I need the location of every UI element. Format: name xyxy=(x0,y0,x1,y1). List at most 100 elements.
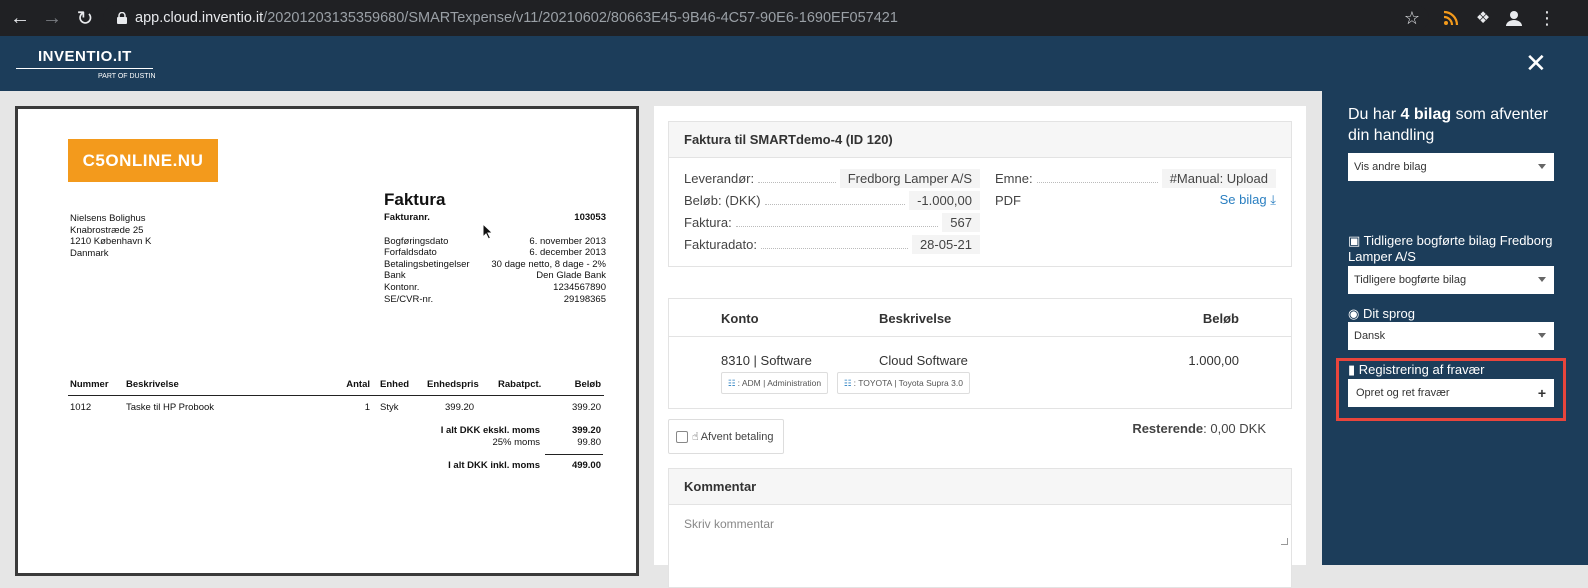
meta-value: 6. november 2013 xyxy=(529,236,606,247)
total-value: 99.80 xyxy=(577,437,601,448)
c5online-logo: C5ONLINE.NU xyxy=(68,139,218,182)
meta-label: Bogføringsdato xyxy=(384,236,449,247)
afvent-betaling-toggle[interactable]: ☝ Afvent betaling xyxy=(668,419,784,454)
sitemap-icon: ☷ xyxy=(844,377,852,388)
meta-label: Fakturanr. xyxy=(384,212,430,223)
resterende-label: Resterende xyxy=(1132,421,1204,436)
inventio-logo[interactable]: INVENTIO.IT PART OF DUSTIN xyxy=(16,48,156,84)
intro-count: 4 bilag xyxy=(1400,106,1452,123)
meta-value: Den Glade Bank xyxy=(536,270,606,281)
address-line: Knabrostræde 25 xyxy=(70,224,144,236)
resize-handle[interactable] xyxy=(1281,538,1288,545)
detail-row-pdf: PDF Se bilag ⤓ xyxy=(995,190,1276,210)
lines-header: Konto Beskrivelse Beløb xyxy=(669,299,1291,337)
detail-row-belob: Beløb: (DKK) -1.000,00 xyxy=(684,190,980,210)
profile-icon[interactable] xyxy=(1502,6,1526,30)
archive-icon: ▣ xyxy=(1348,233,1364,248)
detail-label: Emne: xyxy=(995,170,1033,186)
address-line: Danmark xyxy=(70,247,109,259)
address-line: Nielsens Bolighus xyxy=(70,213,146,224)
total-label: I alt DKK inkl. moms xyxy=(448,460,540,471)
briefcase-icon: ▮ xyxy=(1348,362,1359,377)
col-beskrivelse: Beskrivelse xyxy=(879,311,952,326)
absence-label: Registrering af fravær xyxy=(1358,362,1485,377)
logo-title: INVENTIO.IT xyxy=(38,48,132,65)
meta-value: 1234567890 xyxy=(553,282,606,293)
meta-value: 30 dage netto, 8 dage - 2% xyxy=(491,259,606,270)
meta-label: Kontonr. xyxy=(384,282,420,293)
total-value: 499.00 xyxy=(571,460,601,471)
menu-icon[interactable]: ⋮ xyxy=(1535,6,1559,30)
customer-address: Nielsens Bolighus Knabrostræde 25 1210 K… xyxy=(70,213,151,259)
detail-value: 28-05-21 xyxy=(911,234,980,254)
close-icon[interactable]: ✕ xyxy=(1525,50,1547,76)
detail-value: 567 xyxy=(942,212,980,232)
star-icon[interactable]: ☆ xyxy=(1400,6,1424,30)
reload-icon[interactable]: ↻ xyxy=(73,6,97,30)
dimension-tag[interactable]: ☷: ADM | Administration xyxy=(721,372,829,394)
cell-antal: 1 xyxy=(364,402,370,413)
total-rule xyxy=(545,454,603,455)
comment-card: Kommentar Skriv kommentar xyxy=(668,468,1292,588)
total-label: I alt DKK ekskl. moms xyxy=(440,425,540,436)
logo-underline xyxy=(16,68,153,69)
back-icon[interactable]: ← xyxy=(8,6,32,30)
line-konto: 8310 | Software xyxy=(721,353,812,368)
total-value: 399.20 xyxy=(571,425,601,436)
select-value: Vis andre bilag xyxy=(1354,161,1427,173)
opret-fravaer-button[interactable]: Opret og ret fravær + xyxy=(1348,379,1554,407)
puzzle-icon[interactable]: ❖ xyxy=(1471,6,1495,30)
address-bar[interactable]: app.cloud.inventio.it/20201203135359680/… xyxy=(103,5,1429,31)
col-header: Beskrivelse xyxy=(126,379,179,390)
tag-label: : ADM | Administration xyxy=(737,378,822,388)
cell-enhedspris: 399.20 xyxy=(445,402,475,413)
booking-lines-card: Konto Beskrivelse Beløb 8310 | Software … xyxy=(668,298,1292,409)
detail-value: Fredborg Lamper A/S xyxy=(839,168,980,188)
total-label: 25% moms xyxy=(492,437,540,448)
meta-value: 6. december 2013 xyxy=(529,247,606,258)
meta-label: Betalingsbetingelser xyxy=(384,259,470,270)
detail-label: PDF xyxy=(995,192,1021,208)
absence-button-label: Opret og ret fravær xyxy=(1356,387,1450,399)
chevron-down-icon xyxy=(1538,333,1546,338)
col-header: Beløb xyxy=(574,379,601,390)
meta-label: Forfaldsdato xyxy=(384,247,437,258)
line-beskrivelse: Cloud Software xyxy=(879,353,968,368)
detail-row-fakturadato: Fakturadato: 28-05-21 xyxy=(684,234,980,254)
comment-input[interactable]: Skriv kommentar xyxy=(669,505,1291,547)
pending-intro: Du har 4 bilag som afventer din handling xyxy=(1348,104,1568,146)
vis-andre-bilag-select[interactable]: Vis andre bilag xyxy=(1348,153,1554,181)
afvent-checkbox[interactable] xyxy=(676,430,688,443)
intro-text: Du har xyxy=(1348,106,1401,123)
invoice-info-card: Faktura til SMARTdemo-4 (ID 120) Leveran… xyxy=(668,121,1292,267)
meta-label: SE/CVR-nr. xyxy=(384,294,434,305)
chevron-down-icon xyxy=(1538,277,1546,282)
select-value: Dansk xyxy=(1354,330,1386,342)
detail-label: Faktura: xyxy=(684,214,732,230)
sitemap-icon: ☷ xyxy=(728,377,736,388)
dimension-tag[interactable]: ☷: TOYOTA | Toyota Supra 3.0 xyxy=(837,372,970,394)
detail-label: Beløb: (DKK) xyxy=(684,192,761,208)
tag-label: : TOYOTA | Toyota Supra 3.0 xyxy=(853,378,963,388)
rss-icon[interactable] xyxy=(1439,6,1463,30)
se-bilag-label: Se bilag xyxy=(1219,192,1267,207)
previous-bookings-header: ▣ Tidligere bogførte bilag Fredborg Lamp… xyxy=(1348,233,1578,265)
previous-bookings-select[interactable]: Tidligere bogførte bilag xyxy=(1348,266,1554,294)
globe-icon: ◉ xyxy=(1348,306,1363,321)
language-header: ◉ Dit sprog xyxy=(1348,306,1415,322)
afvent-label: Afvent betaling xyxy=(700,430,774,443)
mouse-cursor-icon xyxy=(482,223,494,240)
address-line: 1210 København K xyxy=(70,236,152,247)
forward-icon[interactable]: → xyxy=(40,6,64,30)
col-header: Antal xyxy=(346,379,370,390)
invoice-document-preview[interactable]: C5ONLINE.NU Faktura Nielsens Bolighus Kn… xyxy=(15,106,639,576)
comment-header: Kommentar xyxy=(669,469,1291,505)
cell-beskrivelse: Taske til HP Probook xyxy=(126,402,215,413)
se-bilag-link[interactable]: Se bilag ⤓ xyxy=(1220,192,1276,208)
col-header: Enhedspris xyxy=(427,379,479,390)
language-select[interactable]: Dansk xyxy=(1348,322,1554,350)
col-belob: Beløb xyxy=(1202,311,1239,326)
detail-row-emne: Emne: #Manual: Upload xyxy=(995,168,1276,188)
invoice-details-panel: Faktura til SMARTdemo-4 (ID 120) Leveran… xyxy=(654,106,1306,588)
col-header: Rabatpct. xyxy=(498,379,542,390)
